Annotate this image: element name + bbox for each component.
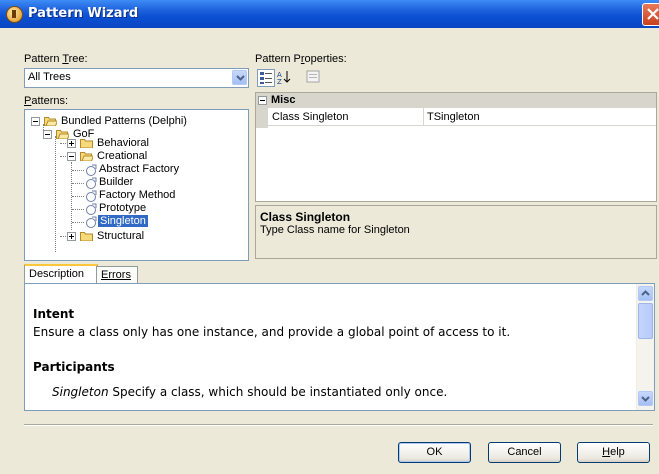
chevron-up-icon [641, 290, 650, 296]
property-name: Class Singleton [272, 111, 349, 123]
tab-label: Errors [101, 269, 131, 281]
close-icon [647, 8, 659, 20]
window-title: Pattern Wizard [28, 6, 139, 21]
tree-node-label: Prototype [99, 202, 147, 214]
cancel-button[interactable]: Cancel [488, 442, 561, 463]
participant-name: Singleton [52, 385, 109, 399]
tree-node-label: Factory Method [99, 189, 176, 201]
expand-icon[interactable] [67, 232, 76, 241]
tree-node-label: Behavioral [97, 137, 149, 149]
collapse-icon[interactable] [67, 152, 76, 161]
folder-icon [80, 139, 93, 148]
tree-node-label-selected: Singleton [98, 215, 148, 227]
category-label: Misc [271, 94, 296, 106]
cancel-button-label: Cancel [507, 446, 542, 458]
intent-heading: Intent [33, 307, 75, 321]
open-folder-icon [80, 152, 93, 161]
tree-node-label: Abstract Factory [99, 163, 180, 175]
property-description-text: Type Class name for Singleton [260, 224, 410, 236]
participant-text: Specify a class, which should be instant… [108, 385, 448, 399]
scroll-down-button[interactable] [638, 391, 653, 406]
tree-node-label: Creational [97, 150, 148, 162]
svg-text:Z: Z [277, 78, 282, 85]
participants-heading: Participants [33, 360, 115, 374]
property-grid[interactable]: Misc Class Singleton TSingleton [255, 92, 657, 202]
help-button-label: elp [610, 446, 625, 458]
pattern-icon [86, 177, 97, 189]
pattern-tree-label: Pattern Tree: [24, 53, 88, 65]
pattern-icon [86, 190, 97, 202]
categorized-icon [260, 72, 272, 84]
pattern-tree-select[interactable]: All Trees [24, 68, 249, 88]
close-button[interactable] [642, 3, 659, 26]
ok-button-label: OK [426, 446, 443, 458]
dropdown-button[interactable] [232, 70, 247, 85]
tree-node-label: Structural [97, 230, 145, 242]
open-folder-icon [44, 117, 57, 126]
pattern-properties-label-suffix: operties: [304, 53, 347, 65]
scroll-thumb[interactable] [638, 303, 653, 339]
expand-icon[interactable] [67, 139, 76, 148]
category-misc[interactable]: Misc [256, 93, 656, 108]
pattern-icon [86, 164, 97, 176]
app-icon [6, 6, 23, 23]
vertical-scrollbar[interactable] [636, 284, 654, 410]
categorized-button[interactable] [257, 69, 275, 87]
property-description-title: Class Singleton [260, 210, 351, 224]
tab-errors[interactable]: Errors [96, 266, 138, 284]
patterns-label: Patterns: [24, 95, 68, 107]
folder-icon [80, 232, 93, 241]
tree-node-label: Builder [99, 176, 134, 188]
patterns-label-suffix: atterns: [31, 95, 69, 107]
sort-alpha-icon: AZ [277, 71, 291, 86]
participant-singleton: Singleton Specify a class, which should … [52, 385, 447, 399]
title-bar[interactable]: Pattern Wizard [0, 0, 659, 28]
pattern-icon [86, 216, 97, 228]
description-content[interactable]: Intent Ensure a class only has one insta… [24, 283, 655, 411]
pattern-tree-select-value: All Trees [28, 71, 71, 83]
ok-button[interactable]: OK [398, 442, 471, 463]
patterns-tree[interactable]: Bundled Patterns (Delphi) GoF Behavioral… [24, 109, 249, 261]
intent-text: Ensure a class only has one instance, an… [33, 325, 511, 339]
property-pages-button[interactable] [305, 69, 323, 87]
pattern-tree-label-prefix: Pattern [24, 53, 63, 65]
property-row-class-singleton[interactable]: Class Singleton TSingleton [256, 110, 656, 126]
tab-label: Description [29, 268, 85, 280]
pattern-tree-label-suffix: ree: [68, 53, 88, 65]
collapse-icon[interactable] [31, 117, 40, 126]
pattern-wizard-window: Pattern Wizard Pattern Tree: All Trees P… [0, 0, 659, 474]
help-button[interactable]: Help [577, 442, 650, 463]
pattern-properties-label: Pattern Properties: [255, 53, 347, 65]
tab-description[interactable]: Description [24, 264, 98, 284]
chevron-down-icon [641, 396, 650, 402]
open-folder-icon [56, 130, 69, 139]
pattern-icon [86, 203, 97, 215]
property-value[interactable]: TSingleton [427, 111, 480, 123]
collapse-icon[interactable] [43, 130, 52, 139]
scroll-up-button[interactable] [638, 286, 653, 301]
alphabetical-button[interactable]: AZ [277, 69, 295, 87]
help-button-accesskey: H [602, 446, 611, 458]
footer-divider [24, 424, 653, 426]
collapse-icon[interactable] [258, 96, 267, 105]
pattern-properties-label-prefix: Pattern P [255, 53, 301, 65]
chevron-down-icon [236, 75, 245, 81]
properties-toolbar: AZ [255, 67, 655, 89]
tree-node-label: Bundled Patterns (Delphi) [61, 115, 187, 127]
property-description-panel: Class Singleton Type Class name for Sing… [255, 205, 657, 259]
property-pages-icon [306, 70, 320, 83]
